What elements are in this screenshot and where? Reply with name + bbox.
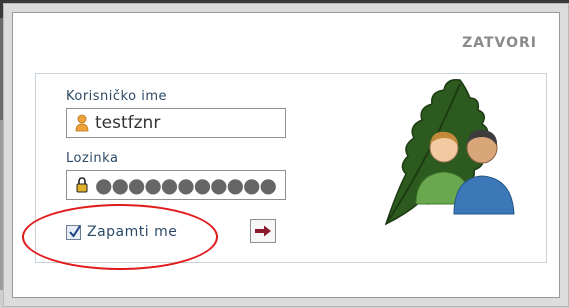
arrow-right-icon — [255, 225, 271, 237]
username-label: Korisničko ime — [66, 89, 167, 104]
remember-label: Zapamti me — [87, 224, 178, 240]
close-link[interactable]: ZATVORI — [462, 35, 537, 51]
remember-checkbox[interactable] — [66, 224, 81, 240]
username-field[interactable]: testfznr — [66, 108, 286, 138]
lock-icon — [73, 175, 91, 195]
submit-button[interactable] — [250, 219, 276, 243]
checkmark-icon — [69, 224, 81, 238]
user-icon — [73, 113, 91, 133]
password-field[interactable]: ●●●●●●●●●●● — [66, 170, 286, 200]
password-label: Lozinka — [66, 151, 119, 166]
login-panel: Korisničko ime testfznr Lozinka ●●●●●●●●… — [22, 73, 547, 270]
password-masked-value: ●●●●●●●●●●● — [95, 173, 277, 197]
remember-me[interactable]: Zapamti me — [66, 224, 177, 240]
users-leaf-icon — [366, 74, 536, 243]
login-dialog: ZATVORI Korisničko ime testfznr Lozinka … — [12, 12, 560, 298]
username-value: testfznr — [95, 113, 161, 133]
